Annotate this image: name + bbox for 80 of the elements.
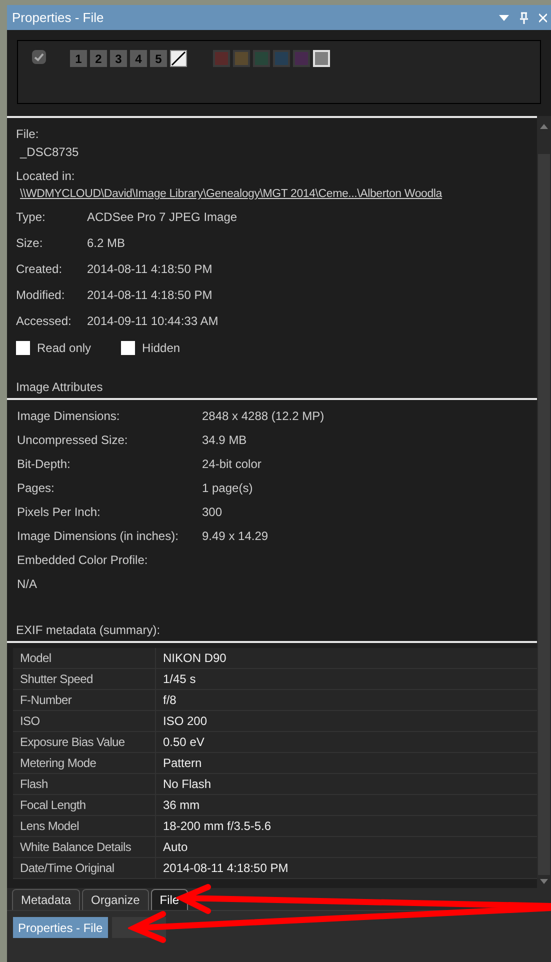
checkbox-label: Hidden	[142, 340, 180, 357]
dropdown-icon[interactable]	[499, 14, 509, 20]
tag-checkbox[interactable]	[32, 50, 46, 64]
field-label: Size:	[16, 235, 44, 251]
attribute-label: Uncompressed Size:	[17, 432, 129, 448]
scrollbar[interactable]	[537, 116, 551, 888]
table-cell: 18-200 mm f/3.5-5.6	[156, 816, 537, 836]
table-cell: ISO	[13, 711, 156, 731]
table-cell: Metering Mode	[13, 753, 156, 773]
color-label-swatch[interactable]	[273, 50, 290, 67]
section-heading: EXIF metadata (summary):	[16, 622, 162, 638]
section-heading: Image Attributes	[16, 379, 104, 395]
attribute-label: Image Dimensions:	[17, 408, 121, 424]
table-cell: Pattern	[156, 753, 537, 773]
table-cell: White Balance Details	[13, 837, 156, 857]
table-cell: Lens Model	[13, 816, 156, 836]
attribute-value: 2848 x 4288 (12.2 MP)	[202, 408, 324, 424]
attribute-label: Bit-Depth:	[17, 456, 72, 472]
table-cell: Focal Length	[13, 795, 156, 815]
attribute-checkbox[interactable]	[16, 341, 30, 355]
panel-tab[interactable]: Metadata	[12, 889, 80, 910]
color-label-swatch[interactable]	[233, 50, 250, 67]
table-cell: f/8	[156, 690, 537, 710]
field-value: 6.2 MB	[87, 235, 126, 251]
table-cell: ISO 200	[156, 711, 537, 731]
table-cell: F-Number	[13, 690, 156, 710]
close-icon[interactable]	[539, 12, 547, 22]
table-cell: Flash	[13, 774, 156, 794]
scroll-thumb[interactable]	[538, 154, 550, 875]
table-cell: 0.50 eV	[156, 732, 537, 752]
table-cell: 36 mm	[156, 795, 537, 815]
table-cell: Shutter Speed	[13, 669, 156, 689]
color-label-swatch[interactable]	[213, 50, 230, 67]
scroll-up-icon[interactable]	[540, 124, 548, 129]
color-profile-value: N/A	[17, 576, 38, 592]
panel-tab[interactable]: File	[150, 889, 188, 910]
clear-rating-icon[interactable]	[170, 50, 187, 67]
attribute-label: Image Dimensions (in inches):	[17, 528, 180, 544]
field-label: Accessed:	[16, 313, 72, 329]
table-cell: 1/45 s	[156, 669, 537, 689]
location-link[interactable]: \\WDMYCLOUD\David\Image Library\Genealogy\MGT 2014\Ceme...\Alberton Woodla	[20, 186, 537, 202]
rating-button[interactable]: 3	[110, 50, 127, 67]
color-label-swatch[interactable]	[253, 50, 270, 67]
location-label: Located in:	[16, 168, 76, 184]
attribute-label: Pixels Per Inch:	[17, 504, 102, 520]
table-cell: Auto	[156, 837, 537, 857]
attribute-checkbox[interactable]	[121, 341, 136, 355]
window-title: Properties - File	[12, 8, 105, 27]
scroll-down-icon[interactable]	[540, 879, 548, 884]
rating-button[interactable]: 5	[150, 50, 167, 67]
rating-button[interactable]: 1	[70, 50, 87, 67]
rating-button[interactable]: 2	[90, 50, 107, 67]
file-label: File:	[16, 126, 40, 142]
field-value: 2014-09-11 10:44:33 AM	[87, 313, 218, 329]
pane-tab[interactable]: Properties - File	[13, 917, 108, 938]
field-value: 2014-08-11 4:18:50 PM	[87, 261, 212, 277]
panel-tab[interactable]: Organize	[82, 889, 149, 910]
attribute-label: Pages:	[17, 480, 56, 496]
attribute-value: 300	[202, 504, 222, 520]
field-value: ACDSee Pro 7 JPEG Image	[87, 209, 238, 225]
attribute-value: 34.9 MB	[202, 432, 247, 448]
rating-button[interactable]: 4	[130, 50, 147, 67]
table-cell: Model	[13, 648, 156, 668]
field-value: 2014-08-11 4:18:50 PM	[87, 287, 212, 303]
attribute-value: 1 page(s)	[202, 480, 253, 496]
table-cell: Exposure Bias Value	[13, 732, 156, 752]
checkbox-label: Read only	[37, 340, 92, 357]
table-cell: 2014-08-11 4:18:50 PM	[156, 858, 537, 878]
attribute-label: Embedded Color Profile:	[17, 552, 149, 568]
table-cell: Date/Time Original	[13, 858, 156, 878]
color-label-swatch[interactable]	[293, 50, 310, 67]
attribute-value: 24-bit color	[202, 456, 262, 472]
attribute-value: 9.49 x 14.29	[202, 528, 268, 544]
file-name: _DSC8735	[20, 144, 80, 160]
pin-icon[interactable]	[519, 12, 529, 24]
field-label: Created:	[16, 261, 64, 277]
table-cell: No Flash	[156, 774, 537, 794]
field-label: Modified:	[16, 287, 66, 303]
field-label: Type:	[16, 209, 46, 225]
table-cell: NIKON D90	[156, 648, 537, 668]
